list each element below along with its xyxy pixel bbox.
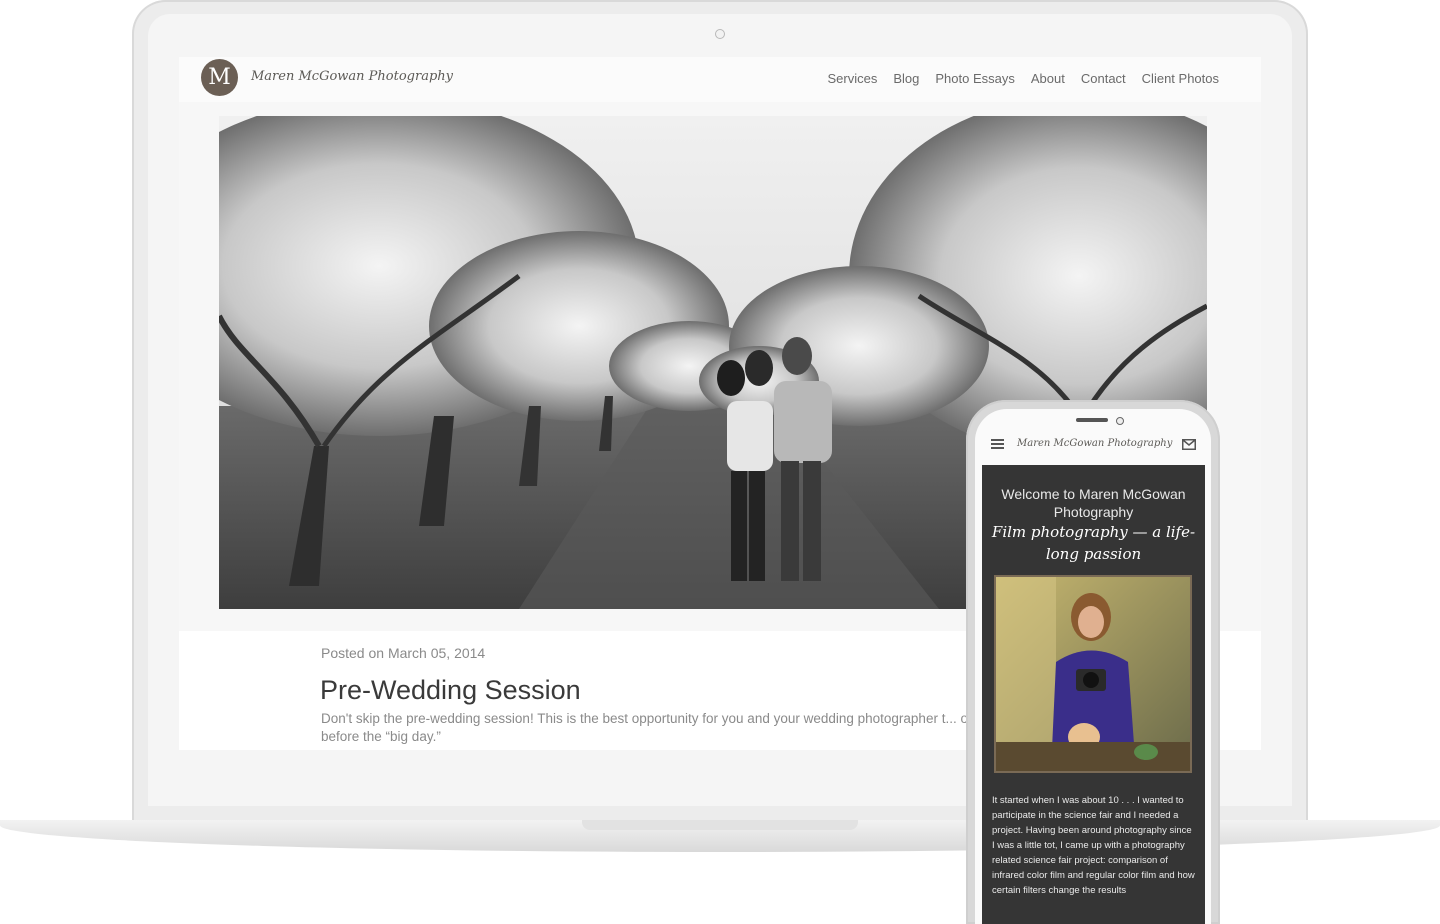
- post-title[interactable]: Pre-Wedding Session: [320, 675, 581, 706]
- phone-frame: Maren McGowan Photography Welcome to Mar…: [966, 400, 1220, 924]
- mobile-logo-text[interactable]: Maren McGowan Photography: [1017, 438, 1172, 449]
- nav-item-services[interactable]: Services: [827, 71, 877, 86]
- post-date: Posted on March 05, 2014: [321, 645, 486, 661]
- mobile-tagline: Film photography — a life-long passion: [991, 523, 1196, 563]
- hamburger-menu-icon[interactable]: [991, 439, 1004, 449]
- post-excerpt: Don't skip the pre-wedding session! This…: [321, 711, 992, 744]
- mobile-content: Welcome to Maren McGowan Photography Fil…: [982, 465, 1205, 924]
- main-nav: Services Blog Photo Essays About Contact…: [827, 71, 1219, 86]
- mobile-website: Maren McGowan Photography Welcome to Mar…: [975, 409, 1211, 924]
- nav-item-photo-essays[interactable]: Photo Essays: [935, 71, 1015, 86]
- self-portrait-image: [996, 577, 1190, 771]
- nav-item-about[interactable]: About: [1031, 71, 1065, 86]
- mobile-body-text: It started when I was about 10 . . . I w…: [992, 795, 1195, 896]
- phone-camera: [1116, 417, 1124, 425]
- logo-badge[interactable]: M: [201, 59, 238, 96]
- mail-icon[interactable]: [1182, 439, 1196, 450]
- logo-text[interactable]: Maren McGowan Photography: [251, 69, 453, 84]
- nav-item-blog[interactable]: Blog: [893, 71, 919, 86]
- mobile-header: Maren McGowan Photography: [975, 433, 1211, 465]
- photographer-self-portrait: [994, 575, 1192, 773]
- laptop-notch: [582, 820, 858, 830]
- laptop-camera: [715, 29, 725, 39]
- nav-item-contact[interactable]: Contact: [1081, 71, 1126, 86]
- site-header: M Maren McGowan Photography Services Blo…: [179, 57, 1261, 102]
- nav-item-client-photos[interactable]: Client Photos: [1142, 71, 1219, 86]
- mobile-welcome-heading: Welcome to Maren McGowan Photography: [1001, 486, 1186, 520]
- phone-speaker: [1076, 418, 1108, 422]
